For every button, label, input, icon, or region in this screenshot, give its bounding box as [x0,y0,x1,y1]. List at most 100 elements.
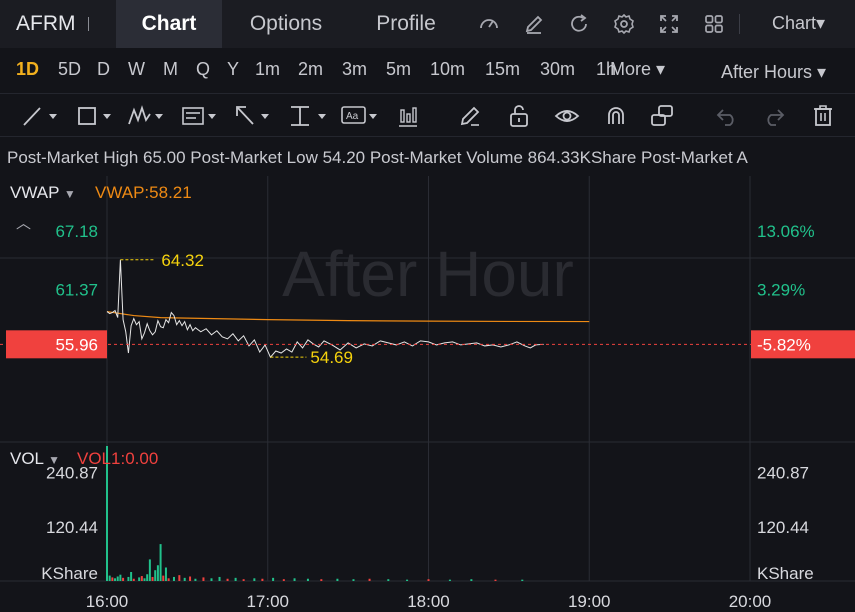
tab-chart[interactable]: Chart [116,0,222,48]
timeframe-w[interactable]: W [128,59,145,80]
volume-bar [261,578,264,581]
collapse-chevron-icon[interactable]: ︿ [16,212,31,233]
post-market-stats: Post-Market High 65.00 Post-Market Low 5… [7,148,748,167]
gauge-icon[interactable] [478,13,500,35]
volume-bar [167,578,170,581]
timeframe-1d[interactable]: 1D [16,59,39,80]
timeframe-m[interactable]: M [163,59,178,80]
timeframe-d[interactable]: D [97,59,110,80]
expand-icon[interactable] [658,13,680,35]
lock-icon[interactable] [507,104,531,128]
volume-bar [159,544,162,581]
fib-icon[interactable] [181,104,223,128]
volume-bar [320,579,323,581]
vol-indicator-label[interactable]: VOL ▼ [10,449,60,469]
volume-bar [122,577,125,581]
volume-bar [306,578,309,581]
timeframe-2m[interactable]: 2m [298,59,323,80]
timeframe-q[interactable]: Q [196,59,210,80]
volume-bar [111,577,114,581]
volume-bar [282,579,285,581]
volume-bar [293,578,296,581]
volume-bar [183,577,186,581]
pen-icon[interactable] [458,104,482,128]
volume-bar [178,575,181,581]
volume-unit-left: KShare [41,564,98,583]
pattern-icon[interactable] [128,104,170,128]
volume-bar [494,579,497,581]
volume-bar [130,572,133,581]
x-tick-2: 18:00 [407,592,450,611]
arrow-icon[interactable] [234,104,276,128]
eye-icon[interactable] [554,104,580,128]
volume-bar [218,576,221,581]
volume-bar [114,578,117,581]
volume-bar [470,579,473,581]
timeframe-5m[interactable]: 5m [386,59,411,80]
timeframe-5d[interactable]: 5D [58,59,81,80]
timeframe-more[interactable]: More ▾ [610,59,665,80]
volume-bar [226,578,229,581]
x-tick-1: 17:00 [246,592,289,611]
tab-profile[interactable]: Profile [350,0,462,48]
price-tick-right-0: 13.06% [757,222,815,241]
indicator-icon[interactable] [396,104,420,128]
volume-bar [116,576,119,581]
rectangle-icon[interactable] [76,104,118,128]
volume-bar [151,576,154,581]
volume-bar [253,578,256,581]
volume-tick-left-1: 120.44 [46,518,98,537]
volume-bar [427,579,430,581]
volume-bar [521,579,524,581]
grid-icon[interactable] [703,13,725,35]
redo-icon[interactable] [762,104,786,128]
timeframe-15m[interactable]: 15m [485,59,520,80]
undo-icon[interactable] [715,104,739,128]
measure-icon[interactable] [288,104,330,128]
timeframe-10m[interactable]: 10m [430,59,465,80]
vwap-indicator-label[interactable]: VWAP ▼ [10,183,76,203]
timeframe-3m[interactable]: 3m [342,59,367,80]
tab-options[interactable]: Options [222,0,350,48]
svg-text:Aa: Aa [346,111,359,122]
volume-bar [148,559,151,581]
header-divider [739,14,740,34]
price-tick-left-0: 67.18 [55,222,98,241]
x-tick-0: 16:00 [86,592,129,611]
gear-icon[interactable] [613,13,635,35]
refresh-icon[interactable] [568,13,590,35]
session-selector[interactable]: After Hours ▾ [721,62,826,83]
chart-type-menu[interactable]: Chart▾ [772,13,825,34]
ticker-label: AFRM [16,12,76,35]
timeframe-30m[interactable]: 30m [540,59,575,80]
vol-dropdown-icon[interactable]: ▼ [48,453,60,467]
trend-line-icon[interactable] [22,104,64,128]
high-annotation: 64.32 [161,251,204,270]
header-bar: AFRM Chart Options Profile Chart▾ [0,0,855,48]
volume-bar [143,578,146,581]
timeframe-1m[interactable]: 1m [255,59,280,80]
link-icon[interactable] [650,104,674,128]
price-tick-right-1: 3.29% [757,281,805,300]
volume-bar [210,578,213,581]
trash-icon[interactable] [811,104,835,128]
volume-bar [387,579,390,581]
ticker-symbol[interactable]: AFRM [0,0,116,48]
volume-bar [138,577,141,581]
volume-bar [154,570,157,581]
volume-bar [406,579,409,581]
timeframe-y[interactable]: Y [227,59,239,80]
text-icon[interactable]: Aa [341,104,383,128]
volume-bar [202,577,205,581]
price-chart[interactable]: After Hour 64.32 54.69 67.18 61.37 13.06% 3.29… [0,176,855,612]
volume-bar [172,576,175,581]
volume-bar [108,575,111,581]
pencil-edit-icon[interactable] [523,13,545,35]
magnet-icon[interactable] [604,104,628,128]
volume-bar [194,578,197,581]
volume-bar [242,579,245,581]
volume-bar [119,574,122,581]
volume-bar [140,576,143,581]
vwap-dropdown-icon[interactable]: ▼ [64,187,76,201]
x-tick-4: 20:00 [729,592,772,611]
